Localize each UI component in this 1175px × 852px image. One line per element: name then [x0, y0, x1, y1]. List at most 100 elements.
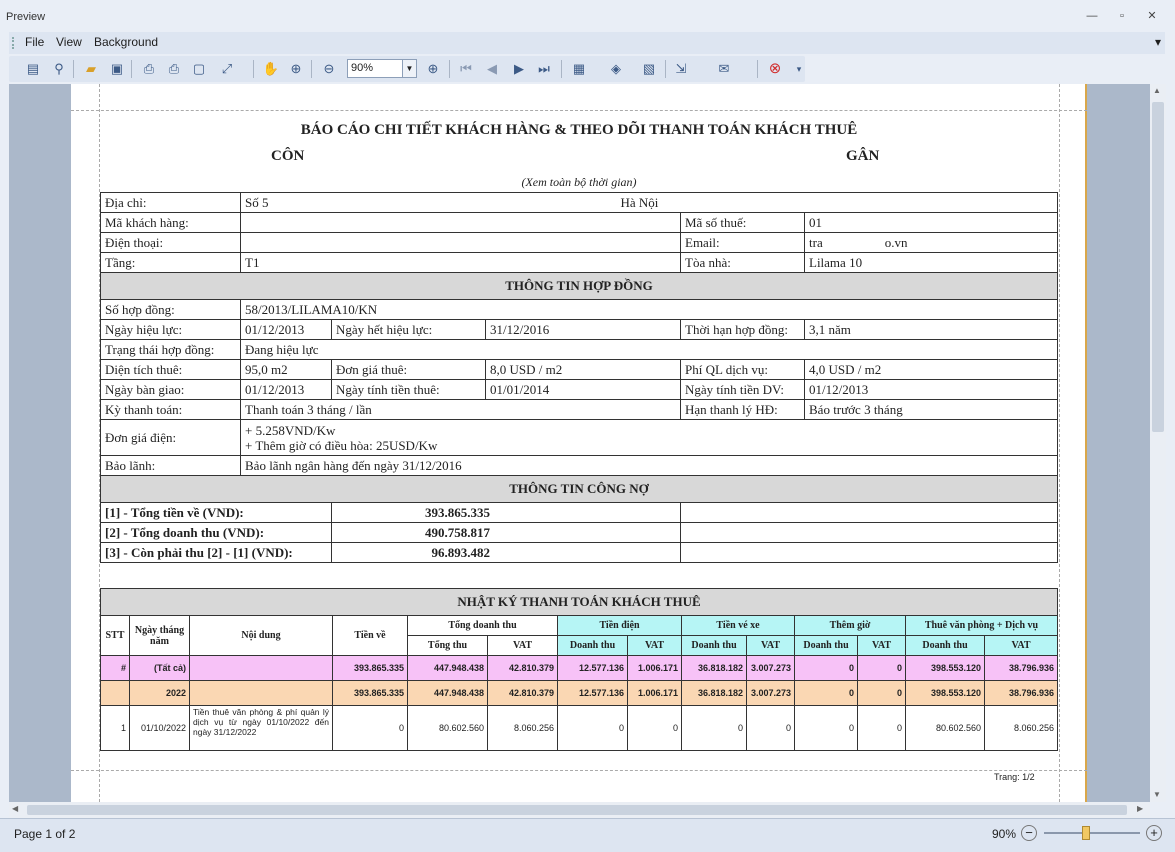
menu-file[interactable]: File	[25, 35, 44, 49]
scroll-right-icon[interactable]: ▶	[1137, 804, 1143, 813]
vertical-scroll-thumb[interactable]	[1152, 102, 1164, 432]
value: o.vn	[884, 234, 908, 250]
label: Email:	[680, 232, 805, 253]
label: Đơn giá điện:	[100, 419, 241, 456]
subheader: VAT	[746, 635, 795, 656]
cell: 36.818.182	[681, 655, 747, 681]
value: 58/2013/LILAMA10/KN	[240, 299, 1058, 320]
subheader: VAT	[857, 635, 906, 656]
horizontal-scroll-thumb[interactable]	[27, 805, 1127, 815]
page-indicator: Page 1 of 2	[14, 827, 76, 841]
preview-viewport[interactable]: BÁO CÁO CHI TIẾT KHÁCH HÀNG & THEO DÕI T…	[9, 84, 1150, 802]
open-icon[interactable]: ▰	[81, 59, 101, 79]
cell: 3.007.273	[746, 680, 795, 706]
cell: 0	[794, 655, 858, 681]
report-subtitle: (Xem toàn bộ thời gian)	[521, 175, 637, 189]
cell: 0	[794, 705, 858, 751]
dates-row: Ngày hiệu lực: 01/12/2013 Ngày hết hiệu …	[100, 319, 1058, 340]
value: Hà Nội	[620, 194, 659, 210]
scroll-left-icon[interactable]: ◀	[12, 804, 18, 813]
cell: 447.948.438	[407, 655, 488, 681]
close-preview-icon[interactable]: ⊗	[765, 59, 785, 79]
cell: 2022	[129, 680, 190, 706]
print-icon[interactable]: ⎙	[139, 59, 159, 79]
cell: 8.060.256	[984, 705, 1058, 751]
subheader: VAT	[487, 635, 558, 656]
value: 01	[804, 212, 1058, 233]
floor-row: Tầng: T1 Tòa nhà: Lilama 10	[100, 252, 1058, 273]
email-icon[interactable]: ✉	[714, 59, 734, 79]
find-icon[interactable]: ⚲	[49, 59, 69, 79]
table-row: 2022 393.865.335 447.948.438 42.810.379 …	[100, 680, 1058, 706]
label: Kỳ thanh toán:	[100, 399, 241, 420]
header-content: Nội dung	[189, 615, 333, 656]
cell: 0	[794, 680, 858, 706]
zoom-out-icon[interactable]: ⊖	[319, 59, 339, 79]
maximize-button[interactable]: ▫	[1112, 8, 1132, 24]
zoom-slider-thumb[interactable]	[1082, 826, 1090, 840]
log-section-header: NHẬT KÝ THANH TOÁN KHÁCH THUÊ	[100, 588, 1058, 616]
value: 01/01/2014	[485, 379, 681, 400]
scale-icon[interactable]: ⤢	[217, 59, 237, 79]
company-name-right: GÂN	[846, 148, 880, 164]
vertical-scrollbar[interactable]: ▲ ▼	[1150, 84, 1166, 802]
page-setup-icon[interactable]: ▢	[189, 59, 209, 79]
label: [3] - Còn phải thu [2] - [1] (VND):	[100, 542, 332, 563]
cell: 1.006.171	[627, 655, 682, 681]
last-page-icon[interactable]: ⏭	[534, 59, 554, 79]
close-window-button[interactable]: ✕	[1142, 8, 1162, 24]
remaining-row: [3] - Còn phải thu [2] - [1] (VND): 96.8…	[100, 542, 1058, 563]
value: Thanh toán 3 tháng / lần	[240, 399, 681, 420]
status-row: Trạng thái hợp đồng: Đang hiệu lực	[100, 339, 1058, 360]
value: T1	[240, 252, 681, 273]
subheader: Doanh thu	[905, 635, 985, 656]
menu-background[interactable]: Background	[94, 35, 158, 49]
zoom-combo[interactable]: 90% ▼	[347, 59, 417, 78]
title-bar: Preview — ▫ ✕	[0, 0, 1175, 32]
scroll-up-icon[interactable]: ▲	[1153, 86, 1161, 95]
customer-info-table: Địa chỉ: Số 5 Hà Nội Mã khách hàng: Mã số…	[100, 192, 1058, 563]
value: 96.893.482	[331, 542, 681, 563]
label: Ngày hiệu lực:	[100, 319, 241, 340]
cell: 8.060.256	[487, 705, 558, 751]
cell	[100, 680, 130, 706]
header-parking: Tiền vé xe	[681, 615, 795, 636]
export-icon[interactable]: ⇲	[671, 59, 691, 79]
report-title: BÁO CÁO CHI TIẾT KHÁCH HÀNG & THEO DÕI T…	[300, 122, 858, 138]
contract-section-header: THÔNG TIN HỢP ĐỒNG	[100, 272, 1058, 300]
next-page-icon[interactable]: ▶	[509, 59, 529, 79]
status-zoom-in-icon[interactable]: +	[1146, 825, 1162, 841]
label: Mã khách hàng:	[100, 212, 241, 233]
scroll-down-icon[interactable]: ▼	[1153, 790, 1161, 799]
value: 31/12/2016	[485, 319, 681, 340]
minimize-button[interactable]: —	[1082, 8, 1102, 24]
subheader: Doanh thu	[681, 635, 747, 656]
menu-view[interactable]: View	[56, 35, 82, 49]
zoom-in-icon[interactable]: ⊕	[423, 59, 443, 79]
menu-overflow-icon[interactable]: ▾	[1155, 35, 1161, 49]
status-zoom-out-icon[interactable]: −	[1021, 825, 1037, 841]
cell: 12.577.136	[557, 655, 628, 681]
cell: 42.810.379	[487, 680, 558, 706]
toolbar-overflow-icon[interactable]: ▾	[789, 59, 809, 79]
page-color-icon[interactable]: ◈	[606, 59, 626, 79]
guarantee-row: Bảo lãnh: Bảo lãnh ngân hàng đến ngày 31…	[100, 455, 1058, 476]
first-page-icon[interactable]: ⏮	[456, 59, 476, 79]
horizontal-scrollbar[interactable]: ◀ ▶	[9, 802, 1150, 818]
document-map-icon[interactable]: ▤	[23, 59, 43, 79]
top-margin-line	[71, 110, 1087, 111]
report-page: BÁO CÁO CHI TIẾT KHÁCH HÀNG & THEO DÕI T…	[71, 84, 1087, 802]
watermark-icon[interactable]: ▧	[639, 59, 659, 79]
company-name-left: CÔN	[271, 148, 305, 164]
cell: 0	[627, 705, 682, 751]
hand-tool-icon[interactable]: ✋	[261, 59, 281, 79]
zoom-dropdown-icon[interactable]: ▼	[402, 60, 416, 77]
multiple-pages-icon[interactable]: ▦	[569, 59, 589, 79]
cell: 42.810.379	[487, 655, 558, 681]
quick-print-icon[interactable]: ⎙	[164, 59, 184, 79]
magnifier-icon[interactable]: ⊕	[286, 59, 306, 79]
zoom-slider-track[interactable]	[1044, 832, 1140, 834]
save-icon[interactable]: ▣	[107, 59, 127, 79]
previous-page-icon[interactable]: ◀	[482, 59, 502, 79]
electric-row: Đơn giá điện: + 5.258VND/Kw + Thêm giờ có…	[100, 419, 1058, 456]
